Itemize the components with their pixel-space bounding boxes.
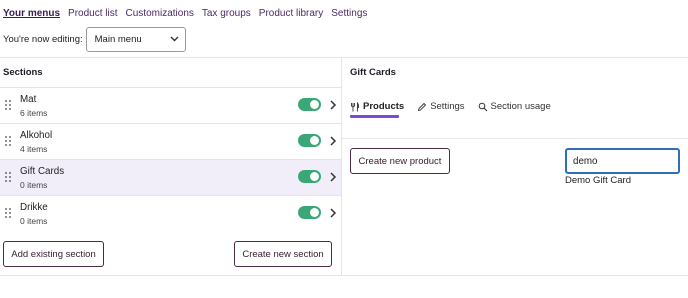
section-item-text: Mat 6 items bbox=[20, 94, 47, 119]
nav-product-library[interactable]: Product library bbox=[259, 8, 323, 19]
section-toggle[interactable] bbox=[298, 170, 321, 183]
chevron-right-icon[interactable] bbox=[329, 135, 337, 147]
section-item-drikke[interactable]: Drikke 0 items bbox=[0, 195, 341, 231]
menu-select[interactable]: Main menu bbox=[85, 27, 186, 52]
section-item-mat[interactable]: Mat 6 items bbox=[0, 87, 341, 123]
nav-product-list[interactable]: Product list bbox=[68, 8, 117, 19]
chevron-right-icon[interactable] bbox=[329, 207, 337, 219]
section-count: 6 items bbox=[20, 108, 48, 118]
product-search-input[interactable]: demo bbox=[565, 148, 680, 174]
tab-section-usage-label: Section usage bbox=[490, 101, 551, 112]
nav-tax-groups[interactable]: Tax groups bbox=[202, 8, 251, 19]
header-divider bbox=[0, 57, 688, 58]
drag-handle-icon[interactable] bbox=[5, 172, 11, 182]
tab-products-label: Products bbox=[363, 101, 405, 112]
active-tab-indicator bbox=[350, 115, 399, 118]
chevron-right-icon[interactable] bbox=[329, 171, 337, 183]
section-name: Mat bbox=[20, 94, 37, 105]
top-nav: Your menus Product list Customizations T… bbox=[3, 6, 375, 20]
section-count: 0 items bbox=[20, 216, 48, 226]
section-toggle[interactable] bbox=[298, 206, 321, 219]
nav-settings[interactable]: Settings bbox=[331, 8, 367, 19]
create-new-product-button[interactable]: Create new product bbox=[350, 148, 450, 174]
toggle-knob bbox=[310, 100, 319, 109]
section-list: Mat 6 items Alkohol 4 items Gift Cards 0… bbox=[0, 87, 341, 231]
section-toggle[interactable] bbox=[298, 98, 321, 111]
chevron-down-icon bbox=[170, 35, 179, 44]
detail-title: Gift Cards bbox=[350, 67, 396, 78]
tab-section-usage[interactable]: Section usage bbox=[478, 99, 551, 114]
pencil-icon bbox=[417, 102, 427, 112]
editing-label: You're now editing: bbox=[3, 34, 83, 45]
section-item-alkohol[interactable]: Alkohol 4 items bbox=[0, 123, 341, 159]
add-existing-section-button[interactable]: Add existing section bbox=[3, 241, 104, 267]
cutlery-icon bbox=[350, 101, 360, 112]
section-item-text: Drikke 0 items bbox=[20, 202, 48, 227]
toggle-knob bbox=[310, 136, 319, 145]
section-count: 4 items bbox=[20, 144, 48, 154]
search-result-item[interactable]: Demo Gift Card bbox=[565, 175, 631, 186]
create-new-section-button[interactable]: Create new section bbox=[234, 241, 332, 267]
toggle-knob bbox=[310, 172, 319, 181]
section-item-text: Alkohol 4 items bbox=[20, 130, 52, 155]
tab-settings-label: Settings bbox=[430, 101, 465, 112]
footer-divider bbox=[0, 275, 688, 276]
drag-handle-icon[interactable] bbox=[5, 136, 11, 146]
drag-handle-icon[interactable] bbox=[5, 208, 11, 218]
toggle-knob bbox=[310, 208, 319, 217]
drag-handle-icon[interactable] bbox=[5, 100, 11, 110]
nav-your-menus[interactable]: Your menus bbox=[3, 8, 60, 19]
section-name: Drikke bbox=[20, 202, 48, 213]
section-toggle[interactable] bbox=[298, 134, 321, 147]
nav-customizations[interactable]: Customizations bbox=[126, 8, 194, 19]
menu-editing-row: You're now editing: Main menu bbox=[3, 27, 186, 52]
menu-select-value: Main menu bbox=[94, 34, 142, 45]
section-item-gift-cards[interactable]: Gift Cards 0 items bbox=[0, 159, 341, 195]
tab-products[interactable]: Products bbox=[350, 99, 404, 114]
tab-settings[interactable]: Settings bbox=[417, 99, 465, 114]
section-name: Gift Cards bbox=[20, 166, 65, 177]
sections-title: Sections bbox=[3, 67, 43, 78]
tabs-divider bbox=[342, 138, 688, 139]
section-item-text: Gift Cards 0 items bbox=[20, 166, 64, 191]
search-icon bbox=[478, 102, 488, 112]
section-name: Alkohol bbox=[20, 130, 53, 141]
panel-divider bbox=[341, 57, 342, 275]
section-count: 0 items bbox=[20, 180, 48, 190]
chevron-right-icon[interactable] bbox=[329, 99, 337, 111]
